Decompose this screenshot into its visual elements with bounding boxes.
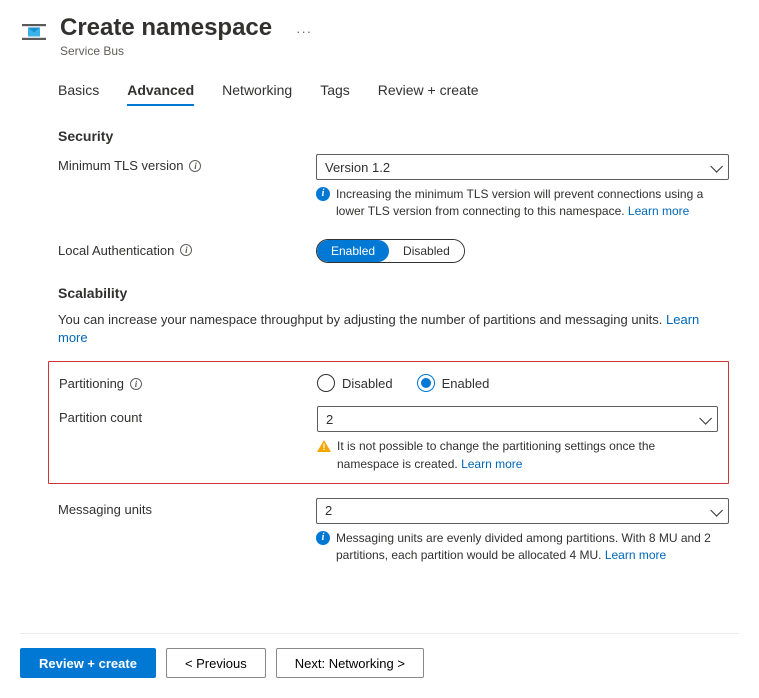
partitioning-label-text: Partitioning <box>59 376 124 391</box>
tab-networking[interactable]: Networking <box>222 76 292 106</box>
localauth-label: Local Authentication i <box>58 239 316 258</box>
partitioning-disabled-radio[interactable]: Disabled <box>317 374 393 392</box>
radio-disabled-label: Disabled <box>342 376 393 391</box>
tab-advanced[interactable]: Advanced <box>127 76 194 106</box>
warning-icon <box>317 440 331 452</box>
footer-bar: Review + create < Previous Next: Network… <box>20 633 739 678</box>
partitioning-enabled-radio[interactable]: Enabled <box>417 374 490 392</box>
partitioning-radio-group: Disabled Enabled <box>317 372 718 392</box>
radio-circle-icon <box>317 374 335 392</box>
tls-label-text: Minimum TLS version <box>58 158 183 173</box>
service-bus-icon <box>20 18 48 46</box>
tab-basics[interactable]: Basics <box>58 76 99 106</box>
tls-select-value: Version 1.2 <box>325 160 390 175</box>
partition-count-value: 2 <box>326 412 333 427</box>
page-header: Create namespace Service Bus ··· <box>20 14 739 58</box>
mu-learn-more-link[interactable]: Learn more <box>605 548 666 562</box>
page-subtitle: Service Bus <box>60 44 272 58</box>
info-icon: i <box>316 187 330 201</box>
tls-select[interactable]: Version 1.2 <box>316 154 729 180</box>
more-button[interactable]: ··· <box>296 24 312 39</box>
info-icon[interactable]: i <box>130 378 142 390</box>
partitioning-label: Partitioning i <box>59 372 317 391</box>
review-create-button[interactable]: Review + create <box>20 648 156 678</box>
info-icon[interactable]: i <box>180 244 192 256</box>
scalability-desc-text: You can increase your namespace throughp… <box>58 312 666 327</box>
previous-button[interactable]: < Previous <box>166 648 266 678</box>
scalability-desc: You can increase your namespace throughp… <box>58 311 729 347</box>
radio-circle-icon <box>417 374 435 392</box>
tabs: Basics Advanced Networking Tags Review +… <box>20 76 739 106</box>
partition-warning: It is not possible to change the partiti… <box>317 438 718 473</box>
localauth-toggle: Enabled Disabled <box>316 239 465 263</box>
scalability-heading: Scalability <box>58 285 729 301</box>
partition-learn-more-link[interactable]: Learn more <box>461 457 522 471</box>
radio-enabled-label: Enabled <box>442 376 490 391</box>
messaging-units-label: Messaging units <box>58 498 316 517</box>
messaging-units-value: 2 <box>325 503 332 518</box>
partitioning-highlight: Partitioning i Disabled Enabled Partitio… <box>48 361 729 484</box>
partition-count-label: Partition count <box>59 406 317 425</box>
tls-learn-more-link[interactable]: Learn more <box>628 204 689 218</box>
localauth-enabled-button[interactable]: Enabled <box>317 240 389 262</box>
partition-count-select[interactable]: 2 <box>317 406 718 432</box>
page-title: Create namespace <box>60 14 272 42</box>
tab-review[interactable]: Review + create <box>378 76 479 106</box>
info-icon: i <box>316 531 330 545</box>
tls-note: i Increasing the minimum TLS version wil… <box>316 186 729 221</box>
tab-tags[interactable]: Tags <box>320 76 350 106</box>
messaging-units-select[interactable]: 2 <box>316 498 729 524</box>
localauth-disabled-button[interactable]: Disabled <box>389 240 464 262</box>
security-heading: Security <box>58 128 729 144</box>
next-button[interactable]: Next: Networking > <box>276 648 424 678</box>
localauth-label-text: Local Authentication <box>58 243 174 258</box>
info-icon[interactable]: i <box>189 160 201 172</box>
messaging-units-note: i Messaging units are evenly divided amo… <box>316 530 729 565</box>
tls-label: Minimum TLS version i <box>58 154 316 173</box>
